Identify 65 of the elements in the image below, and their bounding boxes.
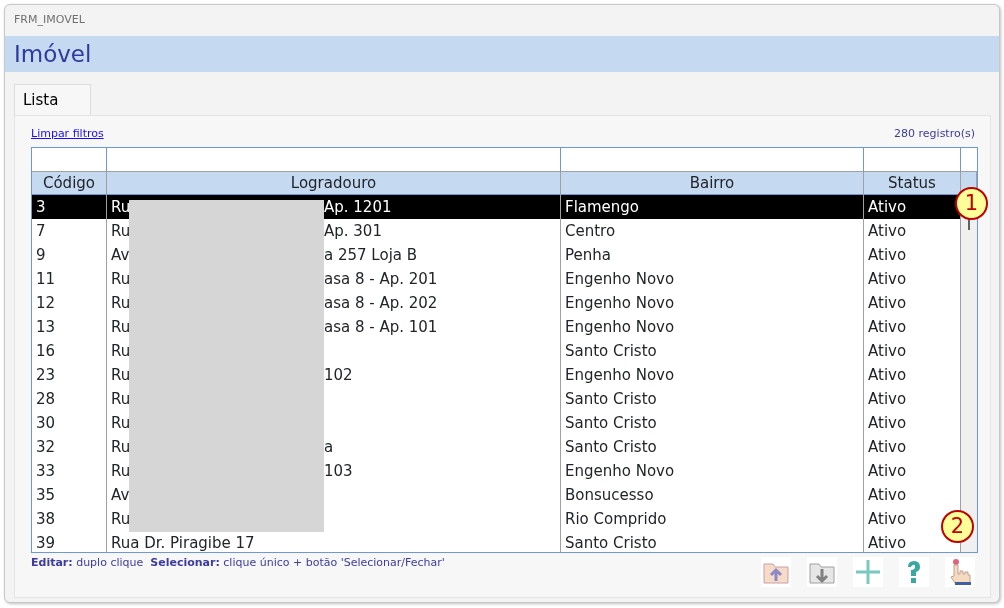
column-header[interactable]: Código bbox=[32, 172, 107, 195]
table-cell: 39 bbox=[32, 531, 107, 552]
table-cell-text: Ru bbox=[111, 461, 132, 482]
usage-hint: Editar: duplo clique Selecionar: clique único + botão 'Selecionar/Fechar' bbox=[31, 555, 446, 571]
table-cell-text: Ru bbox=[111, 197, 132, 218]
table-cell: Engenho Novo bbox=[561, 315, 864, 339]
table-cell: Santo Cristo bbox=[561, 531, 864, 552]
table-cell-text: 102 bbox=[324, 365, 353, 386]
table-cell: 7 bbox=[32, 219, 107, 243]
table-cell-text: Ru bbox=[111, 293, 132, 314]
table-cell-text: Ru bbox=[111, 317, 132, 338]
table-cell-text: Ru bbox=[111, 509, 132, 530]
window-title: FRM_IMOVEL bbox=[13, 12, 86, 28]
table-cell: Santo Cristo bbox=[561, 411, 864, 435]
table-cell-text: a 257 Loja B bbox=[324, 245, 418, 266]
column-header[interactable]: Logradouro bbox=[107, 172, 561, 195]
table-cell-text: Ru bbox=[111, 389, 132, 410]
table-cell: Santo Cristo bbox=[561, 435, 864, 459]
table-cell-text: Ru bbox=[111, 413, 132, 434]
tab[interactable]: Lista bbox=[14, 84, 91, 115]
table-cell: 11 bbox=[32, 267, 107, 291]
table-cell: Engenho Novo bbox=[561, 459, 864, 483]
table-cell: 38 bbox=[32, 507, 107, 531]
table-cell: Centro bbox=[561, 219, 864, 243]
table-cell: 3 bbox=[32, 195, 107, 219]
table-cell-text: Ru bbox=[111, 221, 132, 242]
table-cell-text: asa 8 - Ap. 201 bbox=[324, 269, 438, 290]
table-cell-text: Rua Dr. Piragibe 17 bbox=[111, 533, 256, 552]
table-cell: Flamengo bbox=[561, 195, 864, 219]
table-cell-text: Ru bbox=[111, 269, 132, 290]
table-cell-text: a bbox=[324, 437, 334, 458]
table-cell: Engenho Novo bbox=[561, 267, 864, 291]
table-cell: 23 bbox=[32, 363, 107, 387]
table-cell: 35 bbox=[32, 483, 107, 507]
table-cell: 28 bbox=[32, 387, 107, 411]
table-cell-text: Av bbox=[111, 485, 131, 506]
table-cell-text: Ru bbox=[111, 341, 132, 362]
column-header[interactable]: Bairro bbox=[561, 172, 864, 195]
table-cell: 9 bbox=[32, 243, 107, 267]
table-cell: Penha bbox=[561, 243, 864, 267]
form-title: Imóvel bbox=[14, 39, 92, 69]
table-cell-text: Av bbox=[111, 245, 131, 266]
clear-filters-link[interactable]: Limpar filtros bbox=[31, 126, 104, 147]
table-cell: 16 bbox=[32, 339, 107, 363]
table-cell-text: Ru bbox=[111, 365, 132, 386]
table-cell: 13 bbox=[32, 315, 107, 339]
table-cell: Santo Cristo bbox=[561, 387, 864, 411]
record-count: 280 registro(s) bbox=[894, 126, 975, 142]
column-header[interactable]: Status bbox=[864, 172, 961, 195]
table-cell-text: 103 bbox=[324, 461, 353, 482]
table-cell: Santo Cristo bbox=[561, 339, 864, 363]
table-cell-text: asa 8 - Ap. 101 bbox=[324, 317, 438, 338]
table-cell: Ativo bbox=[864, 195, 961, 219]
table-cell-text: asa 8 - Ap. 202 bbox=[324, 293, 438, 314]
table-cell: 33 bbox=[32, 459, 107, 483]
table-cell-text: Ap. 301 bbox=[324, 221, 382, 242]
table-cell: 30 bbox=[32, 411, 107, 435]
table-cell-text: Ru bbox=[111, 437, 132, 458]
table-cell: Rio Comprido bbox=[561, 507, 864, 531]
table-cell: Engenho Novo bbox=[561, 291, 864, 315]
table-cell: 12 bbox=[32, 291, 107, 315]
table-cell: Engenho Novo bbox=[561, 363, 864, 387]
table-cell-text: Ap. 1201 bbox=[324, 197, 392, 218]
table-cell: Bonsucesso bbox=[561, 483, 864, 507]
table-cell: 32 bbox=[32, 435, 107, 459]
